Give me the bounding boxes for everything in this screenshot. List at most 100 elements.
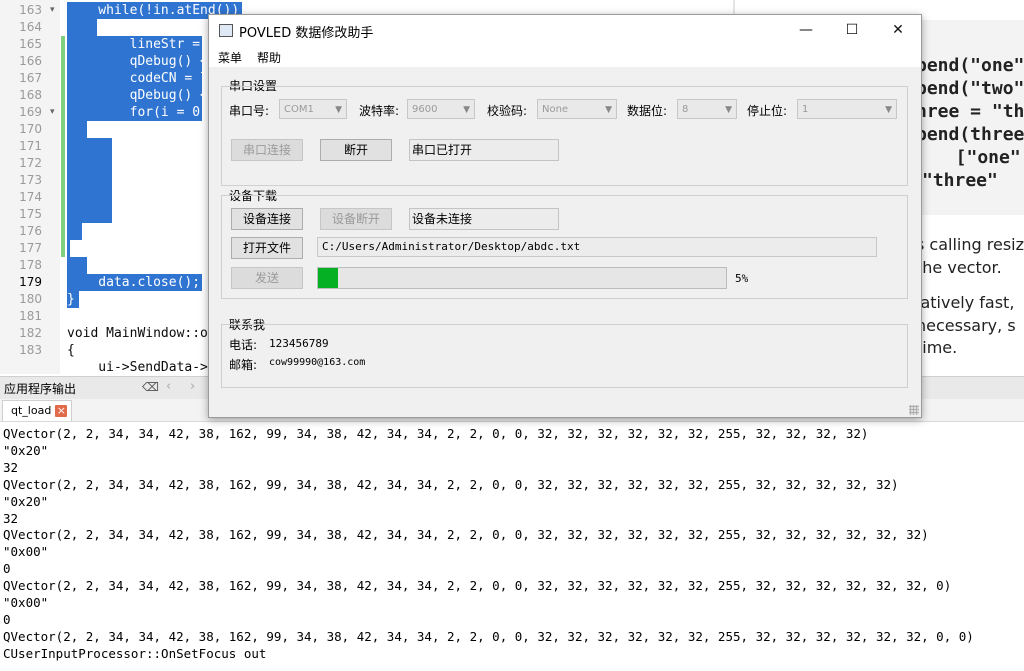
line-number: 177: [19, 241, 42, 255]
fold-toggle-icon[interactable]: ▾: [50, 107, 55, 117]
code-line[interactable]: {: [67, 342, 75, 359]
close-button[interactable]: ✕: [875, 15, 921, 45]
parity-value: None: [542, 104, 569, 115]
code-line[interactable]: data.close();: [67, 274, 200, 291]
changed-line-marker: [61, 240, 65, 257]
doc-text-line: the vector.: [916, 258, 1002, 277]
line-number: 166: [19, 54, 42, 68]
code-line[interactable]: }: [67, 291, 75, 308]
selection-highlight: [67, 240, 70, 257]
code-line[interactable]: disCod: [67, 155, 208, 172]
line-number: 174: [19, 190, 42, 204]
databits-select[interactable]: 8 ▼: [677, 99, 737, 119]
device-status: 设备未连接: [409, 208, 559, 230]
open-file-button[interactable]: 打开文件: [231, 237, 303, 259]
line-number: 182: [19, 326, 42, 340]
application-output[interactable]: QVector(2, 2, 34, 34, 42, 38, 162, 99, 3…: [0, 422, 1024, 671]
phone-label: 电话:: [229, 338, 258, 352]
output-line: QVector(2, 2, 34, 34, 42, 38, 162, 99, 3…: [3, 527, 929, 543]
next-icon[interactable]: ›: [190, 379, 195, 394]
parity-label: 校验码:: [487, 104, 528, 118]
output-line: 32: [3, 459, 19, 475]
serial-connect-button[interactable]: 串口连接: [231, 139, 303, 161]
line-number: 171: [19, 139, 42, 153]
doc-code-line: ["one",: [934, 147, 1024, 168]
chevron-down-icon: ▼: [605, 105, 612, 115]
app-icon: [219, 24, 233, 37]
device-disconnect-button[interactable]: 设备断开: [320, 208, 392, 230]
resize-grip[interactable]: [909, 405, 919, 415]
output-line: CUserInputProcessor::OnSetFocus out: [3, 645, 267, 661]
line-number: 183: [19, 343, 42, 357]
line-number: 169: [19, 105, 42, 119]
stopbits-value: 1: [802, 104, 809, 115]
code-line[interactable]: lineStr =: [67, 36, 200, 53]
code-line[interactable]: {: [67, 19, 106, 36]
title-bar[interactable]: POVLED 数据修改助手 — ☐ ✕: [209, 15, 921, 45]
code-line[interactable]: qDebug: [67, 138, 208, 155]
clear-output-icon[interactable]: ⌫: [142, 380, 159, 394]
code-line[interactable]: ui->SendData->: [67, 359, 208, 376]
code-line[interactable]: void MainWindow::o: [67, 325, 208, 342]
progress-text: 5%: [735, 272, 749, 285]
output-tab[interactable]: qt_load ×: [2, 400, 73, 421]
changed-line-marker: [61, 104, 65, 121]
line-number: 175: [19, 207, 42, 221]
doc-code-line: pend("two": [916, 78, 1024, 99]
code-line[interactable]: displa: [67, 189, 208, 206]
changed-line-marker: [61, 36, 65, 53]
file-path-field[interactable]: C:/Users/Administrator/Desktop/abdc.txt: [317, 237, 877, 257]
menu-item-menu[interactable]: 菜单: [218, 49, 242, 66]
port-label: 串口号:: [229, 104, 270, 118]
parity-select[interactable]: None ▼: [537, 99, 617, 119]
changed-line-marker: [61, 70, 65, 87]
code-line[interactable]: qDebug: [67, 206, 208, 223]
contact-group: [221, 324, 908, 388]
doc-code-line: pend(three: [916, 124, 1024, 145]
doc-code-line: hree = "th: [916, 101, 1024, 122]
output-line: 32: [3, 510, 19, 526]
code-line[interactable]: for(i = 0;: [67, 104, 208, 121]
code-line[interactable]: {: [67, 121, 138, 138]
line-number: 176: [19, 224, 42, 238]
chevron-down-icon: ▼: [725, 105, 732, 115]
doc-text-line: s calling resiz: [916, 235, 1024, 254]
minimize-button[interactable]: —: [783, 15, 829, 45]
port-select[interactable]: COM1 ▼: [279, 99, 347, 119]
fold-toggle-icon[interactable]: ▾: [50, 5, 55, 15]
serial-status: 串口已打开: [409, 139, 559, 161]
doc-code-line: pend("one": [916, 55, 1024, 76]
changed-line-marker: [61, 121, 65, 138]
changed-line-marker: [61, 138, 65, 155]
databits-label: 数据位:: [627, 104, 668, 118]
baud-select[interactable]: 9600 ▼: [407, 99, 475, 119]
code-line[interactable]: codeCN = l: [67, 70, 208, 87]
output-pane-title: 应用程序输出: [4, 382, 77, 396]
menu-item-help[interactable]: 帮助: [257, 49, 281, 66]
device-connect-button[interactable]: 设备连接: [231, 208, 303, 230]
stopbits-select[interactable]: 1 ▼: [797, 99, 897, 119]
progress-bar: [317, 267, 727, 289]
changed-line-marker: [61, 53, 65, 70]
maximize-button[interactable]: ☐: [829, 15, 875, 45]
databits-value: 8: [682, 104, 689, 115]
stopbits-label: 停止位:: [747, 104, 788, 118]
output-tab-label: qt_load: [11, 404, 52, 417]
line-number: 173: [19, 173, 42, 187]
window-title: POVLED 数据修改助手: [239, 26, 374, 41]
code-line[interactable]: qDebug() <: [67, 53, 208, 70]
code-line[interactable]: }: [67, 223, 138, 240]
close-tab-icon[interactable]: ×: [55, 405, 68, 417]
output-line: QVector(2, 2, 34, 34, 42, 38, 162, 99, 3…: [3, 578, 952, 594]
menu-bar: 菜单 帮助: [209, 45, 921, 67]
doc-text-line: time.: [916, 338, 958, 357]
line-number-gutter: 163 164 165 166 167 168 169 170 171 172 173 174 175 1…: [0, 0, 60, 374]
code-line[interactable]: }: [67, 257, 106, 274]
serial-disconnect-button[interactable]: 断开: [320, 139, 392, 161]
send-button[interactable]: 发送: [231, 267, 303, 289]
previous-icon[interactable]: ‹: [166, 379, 171, 394]
line-number: 180: [19, 292, 42, 306]
line-number: 167: [19, 71, 42, 85]
code-line[interactable]: qDebug: [67, 172, 208, 189]
code-line[interactable]: qDebug() <: [67, 87, 208, 104]
